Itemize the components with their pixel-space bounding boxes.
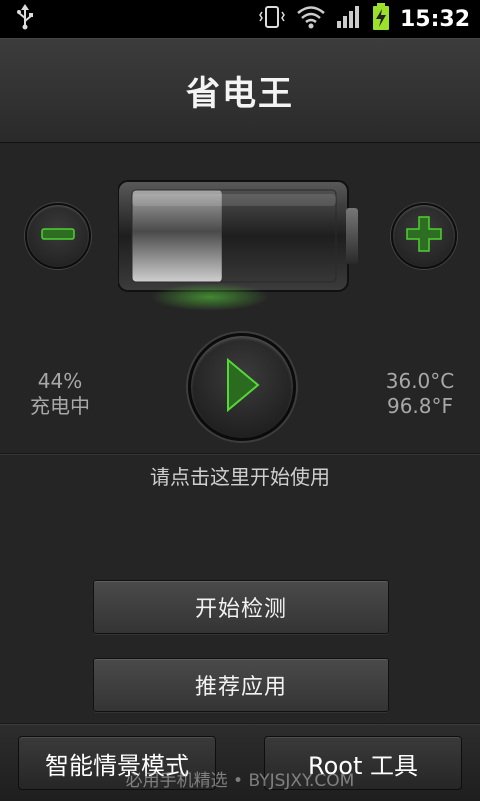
start-button[interactable]: [188, 333, 296, 441]
temperature-fahrenheit: 96.8°F: [386, 394, 454, 418]
main-panel: 44% 充电中 36.0°C 96.8°F 请点击这里开始使用 开始检测 推荐应…: [0, 143, 480, 723]
battery-status: 44% 充电中: [20, 369, 100, 419]
temperature-celsius: 36.0°C: [385, 369, 455, 393]
battery-charging-icon: [372, 3, 390, 35]
clock: 15:32: [399, 6, 470, 32]
hint-text: 请点击这里开始使用: [150, 465, 330, 489]
charging-state-text: 充电中: [30, 394, 90, 418]
decrease-button[interactable]: [25, 203, 91, 269]
battery-level-text: 44%: [37, 369, 83, 393]
plus-icon: [405, 215, 443, 257]
recommend-apps-button[interactable]: 推荐应用: [93, 658, 389, 712]
status-bar: 15:32: [0, 0, 480, 38]
watermark: 必用手机精选 • BYJSJXY.COM: [125, 771, 355, 791]
wifi-icon: [296, 5, 326, 33]
usb-icon: [14, 4, 36, 34]
increase-button[interactable]: [391, 203, 457, 269]
app-header: 省电王: [0, 38, 480, 143]
battery-gauge: [117, 176, 358, 296]
minus-icon: [40, 216, 76, 256]
divider: [0, 453, 480, 454]
vibrate-icon: [258, 4, 286, 34]
page-title: 省电王: [186, 73, 294, 114]
battery-glow: [150, 283, 270, 311]
signal-icon: [336, 5, 362, 33]
temperature-readout: 36.0°C 96.8°F: [378, 369, 462, 419]
play-icon: [222, 357, 262, 416]
start-check-button[interactable]: 开始检测: [93, 580, 389, 634]
